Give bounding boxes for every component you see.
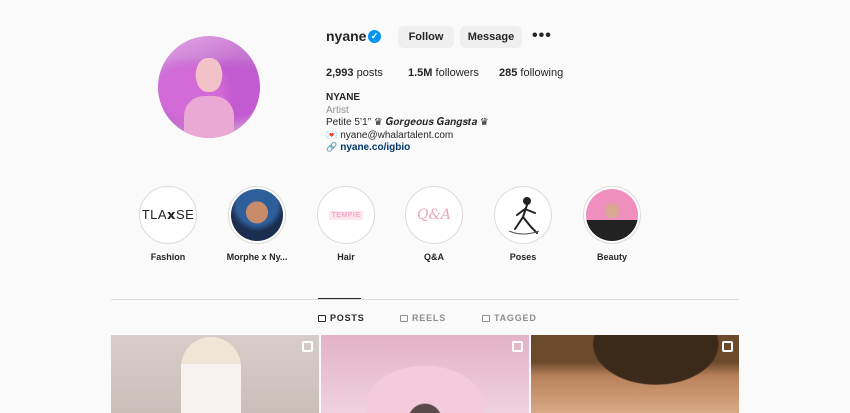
tab-reels[interactable]: REELS — [400, 313, 446, 323]
carousel-icon — [512, 341, 523, 352]
following-count: 285 — [499, 67, 518, 79]
highlight-ring — [583, 186, 641, 244]
love-letter-icon: 💌 — [326, 130, 338, 140]
highlight-cover-beauty — [586, 189, 638, 241]
highlight-cover-image — [231, 189, 283, 241]
grid-icon — [318, 315, 326, 322]
highlight-label: Fashion — [150, 252, 186, 262]
verified-badge-icon: ✓ — [368, 30, 381, 43]
highlight-cover-text: TLA𝘅SE — [142, 207, 194, 222]
active-tab-indicator — [318, 298, 361, 299]
post-thumbnail[interactable] — [321, 335, 529, 413]
highlight-label: Morphe x Ny... — [226, 252, 288, 262]
highlight-qa[interactable]: Q&A Q&A — [405, 186, 463, 262]
highlight-cover-text: TEMPIE — [329, 210, 363, 220]
bio-tagline: Petite 5’1” ♛ 𝑮𝒐𝒓𝒈𝒆𝒐𝒖𝒔 𝑮𝒂𝒏𝒈𝒔𝒕𝒂 ♛ — [326, 117, 489, 128]
highlight-label: Q&A — [424, 252, 444, 262]
more-options-icon[interactable]: ••• — [532, 28, 552, 44]
tab-label: REELS — [412, 313, 447, 323]
reels-icon — [400, 315, 408, 322]
link-icon: 🔗 — [326, 142, 338, 152]
tab-label: POSTS — [330, 313, 365, 323]
highlight-beauty[interactable]: Beauty — [583, 186, 641, 262]
highlight-label: Hair — [337, 252, 355, 262]
stat-following[interactable]: 285 following — [499, 67, 563, 79]
highlight-morphe[interactable]: Morphe x Ny... — [227, 186, 287, 262]
highlight-hair[interactable]: TEMPIE Hair — [317, 186, 375, 262]
highlight-cover-poses — [497, 189, 549, 241]
pose-figure-icon — [508, 197, 540, 235]
tagged-icon — [482, 315, 490, 322]
highlight-cover-text: Q&A — [416, 207, 452, 223]
carousel-icon — [722, 341, 733, 352]
posts-label: posts — [356, 67, 383, 79]
post-figure — [181, 337, 241, 413]
highlight-ring: TLA𝘅SE — [139, 186, 197, 244]
highlight-poses[interactable]: Poses — [494, 186, 552, 262]
highlight-cover-hair: TEMPIE — [320, 189, 372, 241]
profile-username: nyane — [326, 28, 367, 44]
bio-category: Artist — [326, 105, 349, 116]
avatar-figure-body — [184, 96, 234, 138]
tab-posts[interactable]: POSTS — [318, 313, 365, 323]
followers-count: 1.5M — [408, 67, 433, 79]
bio-link-line[interactable]: 🔗 nyane.co/igbio — [326, 141, 410, 154]
tab-label: TAGGED — [494, 313, 537, 323]
highlight-cover-fashion: TLA𝘅SE — [142, 189, 194, 241]
highlight-cover-morphe — [231, 189, 283, 241]
highlight-label: Poses — [509, 252, 537, 262]
posts-count: 2,993 — [326, 67, 354, 79]
highlight-cover-qa: Q&A — [408, 189, 460, 241]
follow-button[interactable]: Follow — [398, 26, 454, 48]
highlight-ring: TEMPIE — [317, 186, 375, 244]
avatar-figure-face — [196, 58, 222, 92]
highlight-ring — [494, 186, 552, 244]
following-label: following — [520, 67, 564, 79]
stat-followers[interactable]: 1.5M followers — [408, 67, 479, 79]
followers-label: followers — [435, 67, 479, 79]
bio-email: nyane@whalartalent.com — [340, 130, 454, 141]
stat-posts: 2,993 posts — [326, 67, 383, 79]
post-thumbnail[interactable] — [111, 335, 319, 413]
highlight-label: Beauty — [596, 252, 627, 262]
bio-full-name: NYANE — [326, 92, 361, 103]
tab-tagged[interactable]: TAGGED — [482, 313, 537, 323]
message-button[interactable]: Message — [460, 26, 522, 48]
profile-avatar[interactable] — [158, 36, 260, 138]
highlight-ring: Q&A — [405, 186, 463, 244]
highlight-fashion[interactable]: TLA𝘅SE Fashion — [139, 186, 197, 262]
highlight-cover-image — [586, 189, 638, 241]
highlight-ring — [228, 186, 286, 244]
bio-link[interactable]: nyane.co/igbio — [340, 142, 410, 153]
post-thumbnail[interactable] — [531, 335, 739, 413]
tabs-divider — [111, 299, 739, 300]
carousel-icon — [302, 341, 313, 352]
